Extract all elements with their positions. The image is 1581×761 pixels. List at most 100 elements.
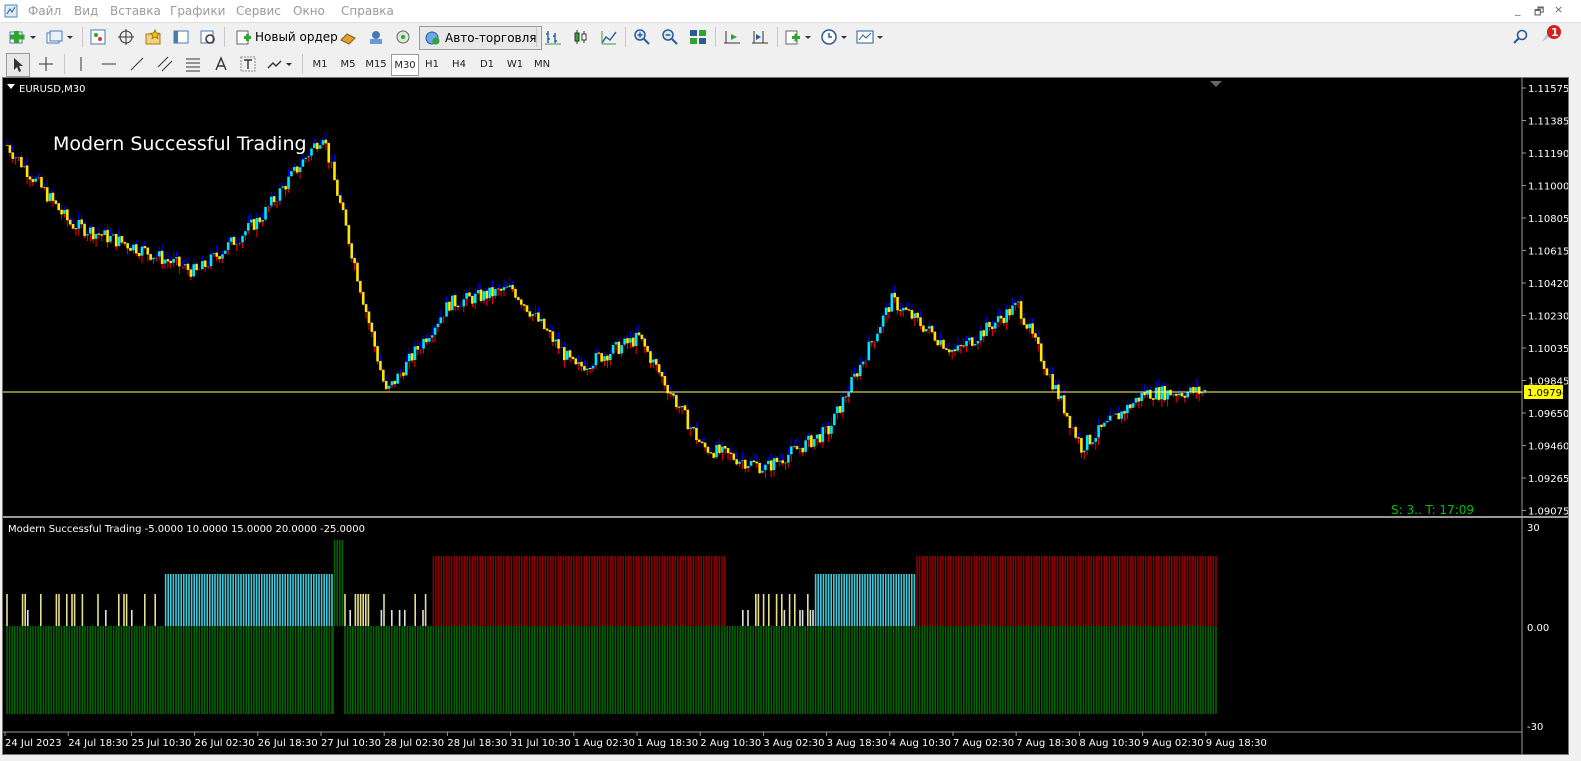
fibonacci-tool[interactable]: [182, 53, 204, 75]
time-axis: 24 Jul 2023 24 Jul 18:30 25 Jul 10:30 26 Ju…: [4, 732, 1267, 749]
minimize-button[interactable]: _: [1515, 3, 1521, 16]
chart-shift-marker-icon[interactable]: [1210, 81, 1222, 87]
profiles-button[interactable]: [44, 26, 76, 48]
trendline-tool[interactable]: [126, 53, 148, 75]
crosshair-tool[interactable]: [35, 53, 57, 75]
horizontal-line-icon: [102, 63, 116, 65]
template-icon: [856, 30, 883, 44]
auto-trading-icon: [425, 31, 440, 45]
close-button[interactable]: ×: [1554, 3, 1563, 16]
time-tick-label: 7 Aug 18:30: [1016, 738, 1077, 749]
time-tick-label: 25 Jul 10:30: [131, 738, 191, 749]
tester-icon: [200, 30, 215, 44]
data-window-button[interactable]: [116, 26, 136, 48]
expert-button[interactable]: [338, 26, 358, 48]
text-label-tool[interactable]: [237, 53, 259, 75]
indicators-button[interactable]: [783, 26, 815, 48]
search-button[interactable]: [1510, 26, 1532, 48]
restore-button[interactable]: 🗗: [1534, 3, 1544, 22]
menu-charts[interactable]: Графики: [170, 4, 225, 18]
zoom-in-button[interactable]: [631, 26, 653, 48]
autoscroll-button[interactable]: [749, 26, 771, 48]
crosshair-icon: [39, 57, 53, 71]
candlestick-button[interactable]: [570, 26, 592, 48]
bar-chart-button[interactable]: [542, 26, 564, 48]
timeframe-m30[interactable]: M30: [391, 54, 419, 76]
zoom-out-button[interactable]: [659, 26, 681, 48]
notifications-button[interactable]: 1: [1538, 24, 1564, 46]
time-tick-label: 4 Aug 10:30: [890, 738, 951, 749]
vertical-line-tool[interactable]: [70, 53, 92, 75]
arrows-tool[interactable]: [264, 53, 296, 75]
toolbar-separator: [625, 27, 626, 47]
toolbar-separator: [536, 27, 537, 47]
fibonacci-icon: [186, 58, 200, 72]
current-price-label: 1.09794: [1527, 388, 1568, 399]
timeframe-m5[interactable]: M5: [335, 54, 361, 74]
chart-dropdown-icon[interactable]: [7, 84, 15, 89]
menu-tools[interactable]: Сервис: [236, 4, 281, 18]
horizontal-line-tool[interactable]: [98, 53, 120, 75]
timeframe-h4[interactable]: H4: [446, 54, 472, 74]
time-tick-label: 28 Jul 02:30: [384, 738, 444, 749]
periods-button[interactable]: [819, 26, 851, 48]
menu-window[interactable]: Окно: [293, 4, 325, 18]
line-chart-button[interactable]: [598, 26, 620, 48]
server-status-text: S: 3.. T: 17:09: [1391, 503, 1474, 517]
indicator-label: Modern Successful Trading -5.0000 10.000…: [8, 524, 365, 535]
chart-window[interactable]: EURUSD,M30 Modern Successful Trading 1.1…: [2, 77, 1569, 755]
line-chart-icon: [601, 31, 617, 45]
metatrader-logo-icon: [4, 4, 18, 18]
strategy-tester-button[interactable]: [198, 26, 218, 48]
chart-shift-button[interactable]: [721, 26, 743, 48]
templates-button[interactable]: [855, 26, 887, 48]
new-chart-button[interactable]: [6, 26, 40, 48]
arrows-icon: [267, 60, 292, 69]
price-axis: 1.11575 1.11385 1.11190 1.11000 1.10805 1.106…: [1522, 84, 1568, 518]
text-tool[interactable]: [210, 53, 232, 75]
price-tick-label: 1.11575: [1528, 84, 1568, 95]
equidistant-channel-tool[interactable]: [154, 53, 176, 75]
price-tick-label: 1.09460: [1528, 442, 1568, 453]
time-tick-label: 7 Aug 02:30: [953, 738, 1014, 749]
cursor-tool[interactable]: [6, 53, 30, 77]
market-icon: [370, 31, 382, 44]
market-button[interactable]: [366, 26, 386, 48]
market-watch-button[interactable]: [88, 26, 108, 48]
timeframe-d1[interactable]: D1: [474, 54, 500, 74]
price-tick-label: 1.09265: [1528, 474, 1568, 485]
tile-windows-button[interactable]: [687, 26, 709, 48]
menu-help[interactable]: Справка: [341, 4, 394, 18]
timeframe-m1[interactable]: M1: [307, 54, 333, 74]
toolbar-separator: [64, 54, 65, 74]
navigator-button[interactable]: [143, 26, 163, 48]
timeframe-m15[interactable]: M15: [363, 54, 389, 74]
price-tick-label: 1.10230: [1528, 312, 1568, 323]
signal-icon: [396, 30, 410, 44]
new-order-label: Новый ордер: [255, 30, 338, 44]
chart-canvas[interactable]: EURUSD,M30 Modern Successful Trading 1.1…: [3, 78, 1568, 754]
indicator-axis-max: 30: [1527, 523, 1540, 534]
timeframe-h1[interactable]: H1: [419, 54, 445, 74]
cursor-arrow-icon: [14, 58, 23, 72]
menu-insert[interactable]: Вставка: [110, 4, 161, 18]
price-tick-label: 1.09075: [1528, 507, 1568, 518]
terminal-button[interactable]: [171, 26, 191, 48]
time-tick-label: 1 Aug 02:30: [574, 738, 635, 749]
pane-separator[interactable]: [3, 516, 1568, 518]
menu-view[interactable]: Вид: [74, 4, 98, 18]
gold-bar-icon: [340, 33, 356, 45]
menu-file[interactable]: Файл: [28, 4, 61, 18]
new-chart-icon: [9, 31, 36, 44]
time-tick-label: 26 Jul 18:30: [258, 738, 318, 749]
timeframe-mn[interactable]: MN: [529, 54, 555, 74]
auto-trading-button[interactable]: Авто-торговля: [419, 26, 542, 50]
bar-chart-icon: [545, 31, 561, 45]
signals-button[interactable]: [393, 26, 413, 48]
time-tick-label: 27 Jul 10:30: [321, 738, 381, 749]
vertical-line-icon: [80, 57, 82, 71]
indicator-axis-zero: 0.00: [1527, 623, 1549, 634]
time-tick-label: 8 Aug 10:30: [1079, 738, 1140, 749]
timeframe-w1[interactable]: W1: [502, 54, 528, 74]
new-order-button[interactable]: Новый ордер: [231, 26, 342, 48]
